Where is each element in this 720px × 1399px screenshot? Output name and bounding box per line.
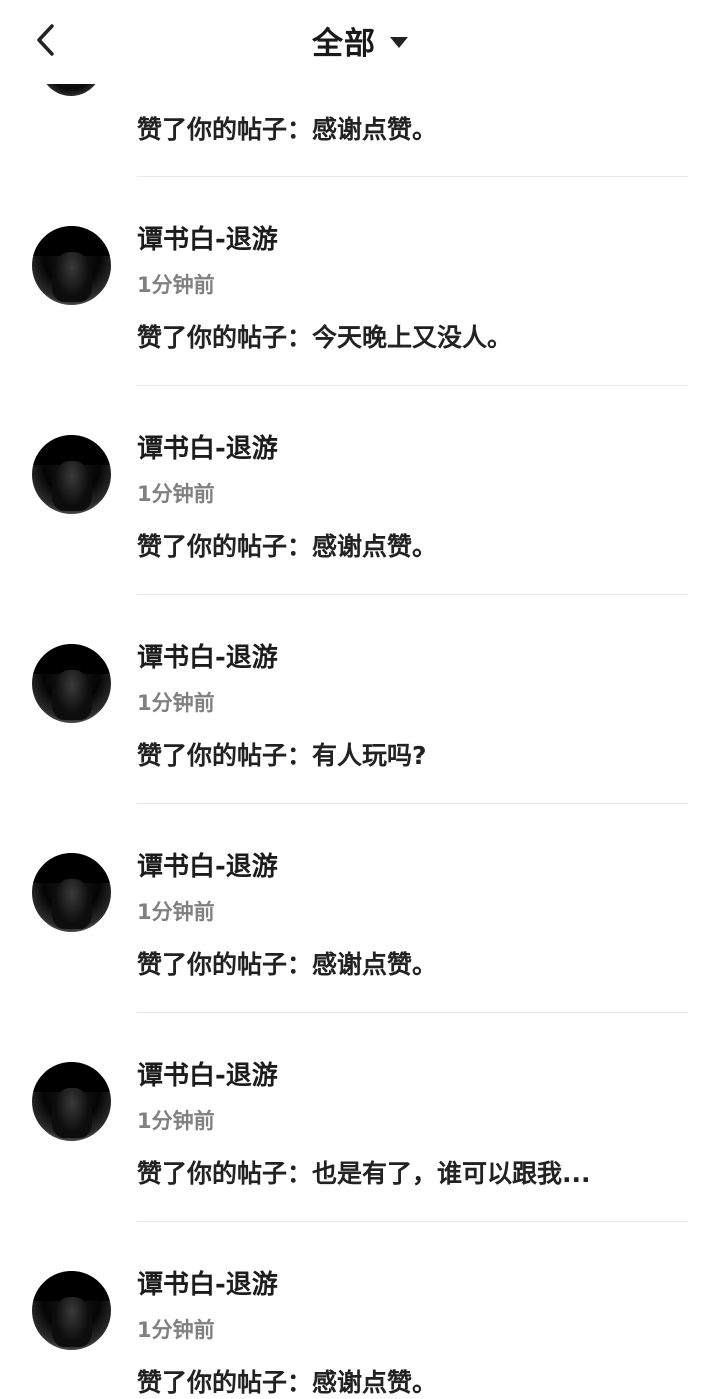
notification-text: 赞了你的帖子：感谢点赞。 (137, 115, 438, 144)
user-name[interactable]: 谭书白-退游 (137, 1055, 278, 1092)
notification-text: 赞了你的帖子：有人玩吗? (137, 741, 427, 770)
timestamp: 1分钟前 (137, 1109, 215, 1133)
user-name[interactable]: 谭书白-退游 (137, 219, 278, 256)
notification-text: 赞了你的帖子：感谢点赞。 (137, 1368, 438, 1397)
avatar[interactable] (32, 435, 111, 514)
notification-text: 赞了你的帖子：感谢点赞。 (137, 532, 438, 561)
avatar[interactable] (32, 1271, 111, 1350)
caret-down-icon (390, 36, 408, 48)
page-title: 全部 (312, 25, 376, 62)
timestamp: 1分钟前 (137, 691, 215, 715)
avatar[interactable] (32, 644, 111, 723)
notification-text: 赞了你的帖子：今天晚上又没人。 (137, 323, 513, 352)
user-name[interactable]: 谭书白-退游 (137, 1264, 278, 1301)
avatar[interactable] (32, 1062, 111, 1141)
list-item[interactable]: 谭书白-退游 1分钟前 赞了你的帖子：今天晚上又没人。 (0, 177, 720, 386)
list-item[interactable]: 谭书白-退游 1分钟前 赞了你的帖子：有人玩吗? (0, 595, 720, 804)
list-item[interactable]: 谭书白-退游 1分钟前 赞了你的帖子：感谢点赞。 (0, 1222, 720, 1397)
timestamp: 1分钟前 (137, 273, 215, 297)
user-name[interactable]: 谭书白-退游 (137, 637, 278, 674)
user-name[interactable]: 谭书白-退游 (137, 428, 278, 465)
timestamp: 1分钟前 (137, 482, 215, 506)
notification-text: 赞了你的帖子：感谢点赞。 (137, 950, 438, 979)
filter-dropdown[interactable]: 全部 (0, 18, 720, 62)
avatar[interactable] (32, 226, 111, 305)
list-item[interactable]: 谭书白-退游 1分钟前 赞了你的帖子：也是有了，谁可以跟我... (0, 1013, 720, 1222)
user-name[interactable]: 谭书白-退游 (137, 846, 278, 883)
timestamp: 1分钟前 (137, 900, 215, 924)
list-item[interactable]: 谭书白-退游 1分钟前 赞了你的帖子：感谢点赞。 (0, 386, 720, 595)
top-bar: 全部 (0, 0, 720, 84)
notification-text: 赞了你的帖子：也是有了，谁可以跟我... (137, 1159, 591, 1188)
avatar[interactable] (32, 853, 111, 932)
list-item[interactable]: 谭书白-退游 1分钟前 赞了你的帖子：感谢点赞。 (0, 804, 720, 1013)
timestamp: 1分钟前 (137, 1318, 215, 1342)
